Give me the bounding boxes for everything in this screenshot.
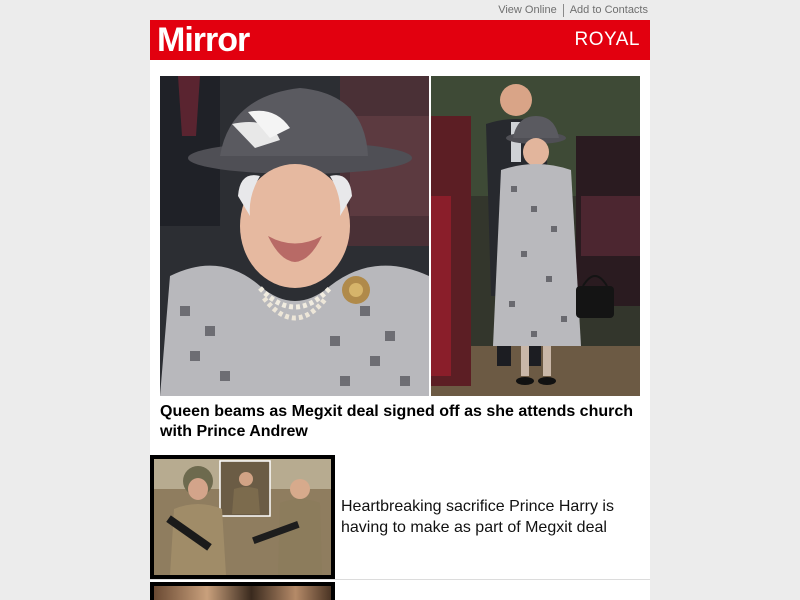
queen-and-andrew-illustration bbox=[431, 76, 640, 396]
queen-portrait-photo[interactable] bbox=[160, 76, 429, 396]
royal-family-photo bbox=[154, 586, 331, 600]
add-to-contacts-link[interactable]: Add to Contacts bbox=[570, 4, 648, 16]
story-thumbnail-partial[interactable] bbox=[150, 582, 335, 600]
army-photo-illustration bbox=[154, 458, 331, 575]
prince-harry-army-photo bbox=[154, 458, 331, 575]
story-headline[interactable]: Heartbreaking sacrifice Prince Harry is … bbox=[335, 496, 650, 538]
top-links: View Online Add to Contacts bbox=[150, 0, 650, 20]
link-divider bbox=[562, 3, 564, 17]
queen-portrait-illustration bbox=[160, 76, 429, 396]
lead-story-image[interactable] bbox=[160, 76, 640, 396]
newsletter-content: Queen beams as Megxit deal signed off as… bbox=[150, 60, 650, 600]
lead-story-headline[interactable]: Queen beams as Megxit deal signed off as… bbox=[160, 402, 640, 442]
view-online-link[interactable]: View Online bbox=[498, 4, 557, 16]
mirror-logo[interactable]: Mirror bbox=[157, 23, 250, 57]
queen-and-andrew-photo[interactable] bbox=[431, 76, 640, 396]
story-item[interactable]: Heartbreaking sacrifice Prince Harry is … bbox=[150, 454, 650, 580]
story-item-partial[interactable] bbox=[150, 582, 650, 600]
story-thumbnail[interactable] bbox=[150, 454, 335, 579]
masthead: Mirror ROYAL bbox=[150, 20, 650, 60]
section-label: ROYAL bbox=[574, 29, 640, 50]
email-container: View Online Add to Contacts Mirror ROYAL bbox=[150, 0, 650, 600]
